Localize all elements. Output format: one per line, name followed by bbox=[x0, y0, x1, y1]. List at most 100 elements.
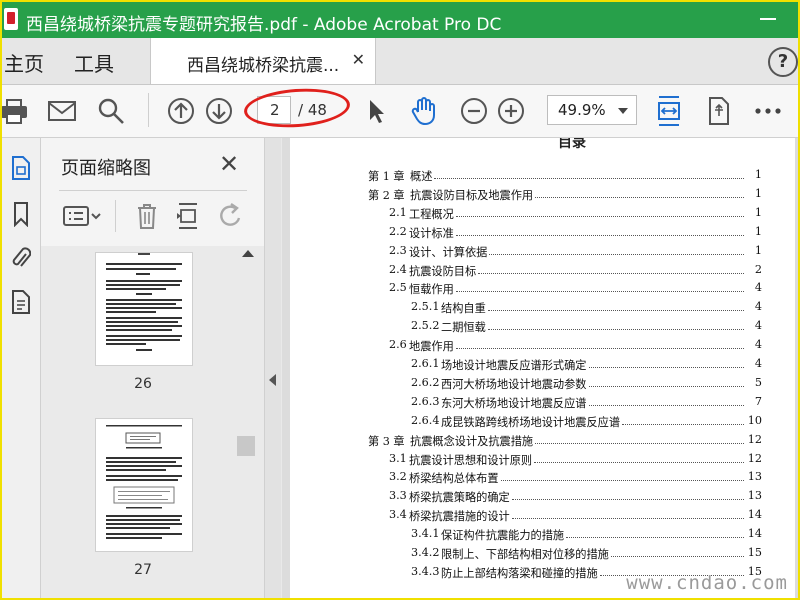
toc-leader-dots bbox=[511, 518, 744, 520]
tab-tools[interactable]: 工具 bbox=[74, 48, 114, 77]
toc-row[interactable]: 第 2 章抗震设防目标及地震作用 1 bbox=[368, 187, 762, 205]
toc-row[interactable]: 3.4.1 保证构件抗震能力的措施 14 bbox=[411, 527, 762, 545]
toc-page-number: 1 bbox=[754, 186, 762, 200]
page-thumbnails-icon[interactable] bbox=[8, 154, 34, 182]
toc-page-number: 12 bbox=[747, 432, 762, 446]
toc-title: 抗震设防目标 bbox=[409, 264, 477, 278]
zoom-level-select[interactable]: 49.9% bbox=[547, 95, 637, 125]
toc-row[interactable]: 2.5.1 结构自重 4 bbox=[411, 300, 762, 318]
toc-number: 3.4.2 bbox=[411, 546, 440, 559]
toc-leader-dots bbox=[535, 196, 744, 198]
toc-row[interactable]: 2.5 恒载作用 4 bbox=[389, 281, 762, 299]
toc-heading: 目录 bbox=[558, 138, 586, 151]
thumbnail-page-27[interactable] bbox=[95, 418, 193, 552]
toc-row[interactable]: 2.1 工程概况 1 bbox=[389, 206, 762, 224]
toc-row[interactable]: 2.6 地震作用 4 bbox=[389, 338, 762, 356]
toc-row[interactable]: 2.3 设计、计算依据 1 bbox=[389, 244, 762, 262]
toc-title: 二期恒载 bbox=[441, 321, 486, 335]
toc-title: 设计标准 bbox=[409, 226, 454, 240]
hand-icon[interactable] bbox=[408, 95, 440, 127]
toc-number: 2.6.1 bbox=[411, 357, 440, 370]
toc-number: 3.4.3 bbox=[411, 564, 440, 578]
toc-leader-dots bbox=[455, 291, 744, 293]
toc-row[interactable]: 3.1 抗震设计思想和设计原则 12 bbox=[389, 452, 762, 470]
toc-title: 桥梁结构总体布置 bbox=[409, 472, 499, 486]
options-menu-icon[interactable] bbox=[63, 206, 101, 230]
toc-row[interactable]: 第 1 章概述 1 bbox=[368, 168, 762, 186]
delete-page-icon[interactable] bbox=[135, 202, 159, 234]
scroll-up-icon[interactable] bbox=[242, 250, 254, 257]
help-icon[interactable]: ? bbox=[768, 47, 798, 77]
document-icon[interactable] bbox=[8, 288, 34, 316]
document-view[interactable]: 目录 第 1 章概述 1 第 2 章抗震设防目标及地震作用 1 2.1 工程概况 1 2.2 设… bbox=[282, 138, 798, 598]
toc-number: 2.6.2 bbox=[411, 375, 440, 389]
collapse-panel-icon[interactable] bbox=[269, 374, 276, 386]
toc-leader-dots bbox=[535, 442, 744, 444]
toc-leader-dots bbox=[478, 272, 744, 274]
print-icon[interactable] bbox=[0, 95, 30, 127]
toc-page-number: 4 bbox=[754, 300, 762, 314]
toc-page-number: 1 bbox=[754, 243, 762, 257]
watermark: www.cndao.com bbox=[626, 572, 788, 594]
next-page-icon[interactable] bbox=[203, 95, 235, 127]
toc-number: 2.6 bbox=[389, 338, 407, 352]
toc-row[interactable]: 3.2 桥梁结构总体布置 13 bbox=[389, 470, 762, 488]
search-icon[interactable] bbox=[95, 95, 127, 127]
toc-number: 3.3 bbox=[389, 489, 407, 503]
thumbnail-list: 26 27 bbox=[41, 246, 264, 598]
toc-row[interactable]: 3.4 桥梁抗震措施的设计 14 bbox=[389, 508, 762, 526]
fit-width-icon[interactable] bbox=[653, 95, 685, 127]
toc-number: 2.1 bbox=[389, 205, 407, 219]
document-page: 目录 第 1 章概述 1 第 2 章抗震设防目标及地震作用 1 2.1 工程概况 1 2.2 设… bbox=[290, 138, 795, 598]
toc-number: 2.6.3 bbox=[411, 394, 440, 408]
tab-document[interactable]: 西昌绕城桥梁抗震... ✕ bbox=[150, 38, 376, 84]
attachment-icon[interactable] bbox=[8, 244, 34, 272]
zoom-out-icon[interactable] bbox=[458, 95, 490, 127]
toc-page-number: 4 bbox=[754, 319, 762, 333]
thumbnail-page-26[interactable] bbox=[95, 251, 193, 366]
undo-icon[interactable] bbox=[217, 202, 245, 234]
bookmark-icon[interactable] bbox=[8, 200, 34, 228]
toc-number: 2.5.1 bbox=[411, 300, 440, 314]
zoom-in-icon[interactable] bbox=[495, 95, 527, 127]
minimize-icon[interactable] bbox=[760, 18, 776, 20]
toc-leader-dots bbox=[434, 178, 744, 179]
toc-page-number: 10 bbox=[747, 413, 762, 427]
select-cursor-icon[interactable] bbox=[360, 95, 392, 127]
toc-leader-dots bbox=[487, 310, 744, 312]
close-panel-icon[interactable]: ✕ bbox=[219, 150, 239, 178]
toc-row[interactable]: 3.3 桥梁抗震策略的确定 13 bbox=[389, 489, 762, 507]
toc-row[interactable]: 3.4.2 限制上、下部结构相对位移的措施 15 bbox=[411, 546, 762, 564]
mail-icon[interactable] bbox=[46, 95, 78, 127]
chevron-down-icon bbox=[618, 108, 628, 114]
insert-page-icon[interactable] bbox=[175, 202, 201, 234]
toc-number: 2.5 bbox=[389, 281, 407, 295]
page-thumbnails-panel: 页面缩略图 ✕ 26 27 bbox=[41, 138, 265, 598]
tab-home[interactable]: 主页 bbox=[4, 48, 44, 77]
rotate-page-icon[interactable] bbox=[703, 95, 735, 127]
toc-title: 设计、计算依据 bbox=[409, 245, 488, 259]
more-icon[interactable] bbox=[752, 95, 784, 127]
toc-row[interactable]: 2.6.2 西河大桥场地设计地震动参数 5 bbox=[411, 376, 762, 394]
panel-splitter[interactable] bbox=[265, 138, 281, 598]
page-number-input[interactable]: 2 bbox=[257, 96, 291, 124]
toc-row[interactable]: 2.5.2 二期恒载 4 bbox=[411, 319, 762, 337]
prev-page-icon[interactable] bbox=[165, 95, 197, 127]
scrollbar-thumb[interactable] bbox=[237, 436, 255, 456]
toc-row[interactable]: 2.6.1 场地设计地震反应谱形式确定 4 bbox=[411, 357, 762, 375]
document-tab-label: 西昌绕城桥梁抗震... bbox=[187, 56, 340, 76]
thumbnail-scrollbar[interactable] bbox=[237, 246, 257, 598]
toc-row[interactable]: 2.2 设计标准 1 bbox=[389, 225, 762, 243]
close-tab-icon[interactable]: ✕ bbox=[352, 50, 365, 69]
toc-title: 结构自重 bbox=[441, 302, 486, 316]
toc-number: 3.1 bbox=[389, 451, 407, 465]
toc-row[interactable]: 2.4 抗震设防目标 2 bbox=[389, 263, 762, 281]
toc-leader-dots bbox=[500, 480, 744, 482]
toc-title: 抗震设计思想和设计原则 bbox=[409, 453, 533, 467]
toc-row[interactable]: 2.6.4 成昆铁路跨线桥场地设计地震反应谱 10 bbox=[411, 414, 762, 432]
toc-number: 3.4 bbox=[389, 508, 407, 522]
toc-row[interactable]: 第 3 章抗震概念设计及抗震措施 12 bbox=[368, 433, 762, 451]
toc-page-number: 12 bbox=[747, 451, 762, 465]
toc-row[interactable]: 2.6.3 东河大桥场地设计地震反应谱 7 bbox=[411, 395, 762, 413]
zoom-level-value: 49.9% bbox=[558, 101, 606, 119]
